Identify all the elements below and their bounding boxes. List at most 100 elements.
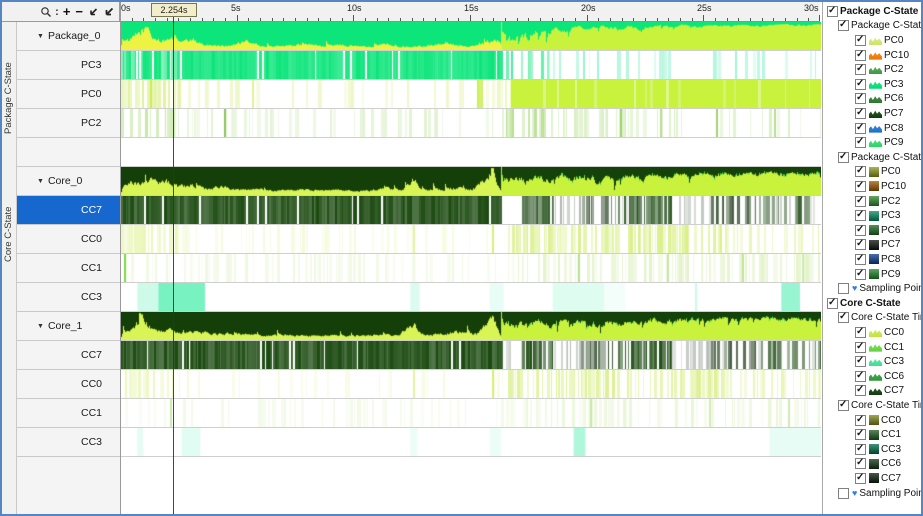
checked-checkbox[interactable] [855,472,866,484]
legend-item-core-c-state-time[interactable]: Core C-State Time [838,311,921,326]
row-label-core_1_cc1[interactable]: CC1 [17,399,120,428]
checked-checkbox[interactable] [855,224,866,236]
checked-checkbox[interactable] [827,297,838,309]
checked-checkbox[interactable] [855,238,866,251]
checked-checkbox[interactable] [855,78,866,90]
expander-icon[interactable]: ▼ [37,33,44,40]
legend-item-cc0[interactable]: CC0 [855,413,901,428]
checked-checkbox[interactable] [855,107,866,119]
legend-item-pc3[interactable]: PC3 [855,208,900,223]
legend-item-cc7[interactable]: CC7 [855,471,901,486]
legend-item-cc3[interactable]: CC3 [855,442,901,457]
legend-item-package-c-state-time[interactable]: Package C-State Time [838,19,921,34]
checked-checkbox[interactable] [855,428,866,441]
checked-checkbox[interactable] [855,136,866,149]
row-label-pc2[interactable]: PC2 [17,109,120,138]
checked-checkbox[interactable] [838,19,849,32]
legend-item-core-c-state[interactable]: Core C-State [827,296,901,311]
track-package_0[interactable] [121,22,821,50]
checked-checkbox[interactable] [838,151,849,163]
checked-checkbox[interactable] [855,92,866,105]
checked-checkbox[interactable] [855,443,866,455]
track-pc2[interactable] [121,109,821,137]
legend-item-pc6[interactable]: PC6 [855,223,900,238]
row-label-pc3[interactable]: PC3 [17,51,120,80]
checked-checkbox[interactable] [855,165,866,178]
expander-icon[interactable]: ▼ [37,178,44,185]
checked-checkbox[interactable] [855,268,866,280]
checked-checkbox[interactable] [855,457,866,470]
zoom-in-button[interactable]: + [62,4,72,20]
track-core_0_cc1[interactable] [121,254,821,282]
legend-item-cc7[interactable]: CC7 [855,384,904,399]
legend-item-cc0[interactable]: CC0 [855,325,904,340]
legend-item-pc8[interactable]: PC8 [855,121,903,136]
checked-checkbox[interactable] [855,49,866,61]
zoom-redo-button[interactable] [102,4,115,20]
expander-icon[interactable]: ▼ [37,323,44,330]
legend-item-cc1[interactable]: CC1 [855,427,901,442]
track-core_0[interactable] [121,167,821,195]
track-core_0_cc0[interactable] [121,225,821,253]
legend-item-cc6[interactable]: CC6 [855,457,901,472]
legend-item-pc8[interactable]: PC8 [855,252,900,267]
legend-item-pc0[interactable]: PC0 [855,33,903,48]
checked-checkbox[interactable] [838,399,849,411]
time-marker[interactable]: 2.254s [151,3,197,17]
row-label-core_0_cc7[interactable]: CC7 [17,196,120,225]
checked-checkbox[interactable] [855,384,866,397]
timeline-ruler[interactable]: 0s 5s 10s 15s 20s 25s 30s [120,2,820,22]
legend-item-pc3[interactable]: PC3 [855,77,903,92]
checked-checkbox[interactable] [838,311,849,324]
checked-checkbox[interactable] [855,341,866,353]
track-core_0_cc7[interactable] [121,196,821,224]
checked-checkbox[interactable] [855,326,866,338]
legend-item-pc6[interactable]: PC6 [855,92,903,107]
zoom-undo-button[interactable] [87,4,99,20]
row-label-pc0[interactable]: PC0 [17,80,120,109]
checked-checkbox[interactable] [855,195,866,207]
row-label-core_0_cc3[interactable]: CC3 [17,283,120,312]
legend-item-cc3[interactable]: CC3 [855,354,904,369]
legend-item-package-c-state-time[interactable]: Package C-State Time [838,150,921,165]
track-pc3[interactable] [121,51,821,79]
track-core_1_cc1[interactable] [121,399,821,427]
legend-item-pc2[interactable]: PC2 [855,62,903,77]
checked-checkbox[interactable] [855,253,866,265]
track-core_1[interactable] [121,312,821,340]
row-label-core_1_cc0[interactable]: CC0 [17,370,120,399]
legend-item-sampling-points[interactable]: ♥Sampling Points [838,281,921,296]
legend-item-pc10[interactable]: PC10 [855,48,909,63]
zoom-out-button[interactable]: − [74,4,84,20]
legend-item-package-c-state[interactable]: Package C-State [827,4,918,19]
checked-checkbox[interactable] [855,122,866,134]
cursor-line[interactable] [173,16,174,514]
row-label-core_0[interactable]: ▼ Core_0 [17,167,120,196]
legend-item-pc2[interactable]: PC2 [855,194,900,209]
row-label-core_1_cc3[interactable]: CC3 [17,428,120,457]
track-core_0_cc3[interactable] [121,283,821,311]
checked-checkbox[interactable] [855,63,866,76]
checked-checkbox[interactable] [855,355,866,368]
legend-item-core-c-state-time[interactable]: Core C-State Time [838,398,921,413]
legend-item-pc10[interactable]: PC10 [855,179,906,194]
legend-item-sampling-points[interactable]: ♥Sampling Points [838,486,921,501]
row-label-core_0_cc1[interactable]: CC1 [17,254,120,283]
track-core_1_cc3[interactable] [121,428,821,456]
row-label-core_1[interactable]: ▼ Core_1 [17,312,120,341]
legend-item-pc7[interactable]: PC7 [855,238,900,253]
legend-item-pc9[interactable]: PC9 [855,135,903,150]
unchecked-checkbox[interactable] [838,283,849,295]
track-core_1_cc0[interactable] [121,370,821,398]
row-label-package_0[interactable]: ▼ Package_0 [17,22,120,51]
checked-checkbox[interactable] [827,5,838,17]
unchecked-checkbox[interactable] [838,487,849,499]
legend-item-pc7[interactable]: PC7 [855,106,903,121]
row-label-core_1_cc7[interactable]: CC7 [17,341,120,370]
checked-checkbox[interactable] [855,370,866,382]
checked-checkbox[interactable] [855,180,866,192]
legend-item-cc1[interactable]: CC1 [855,340,904,355]
track-core_1_cc7[interactable] [121,341,821,369]
row-label-core_0_cc0[interactable]: CC0 [17,225,120,254]
checked-checkbox[interactable] [855,209,866,222]
